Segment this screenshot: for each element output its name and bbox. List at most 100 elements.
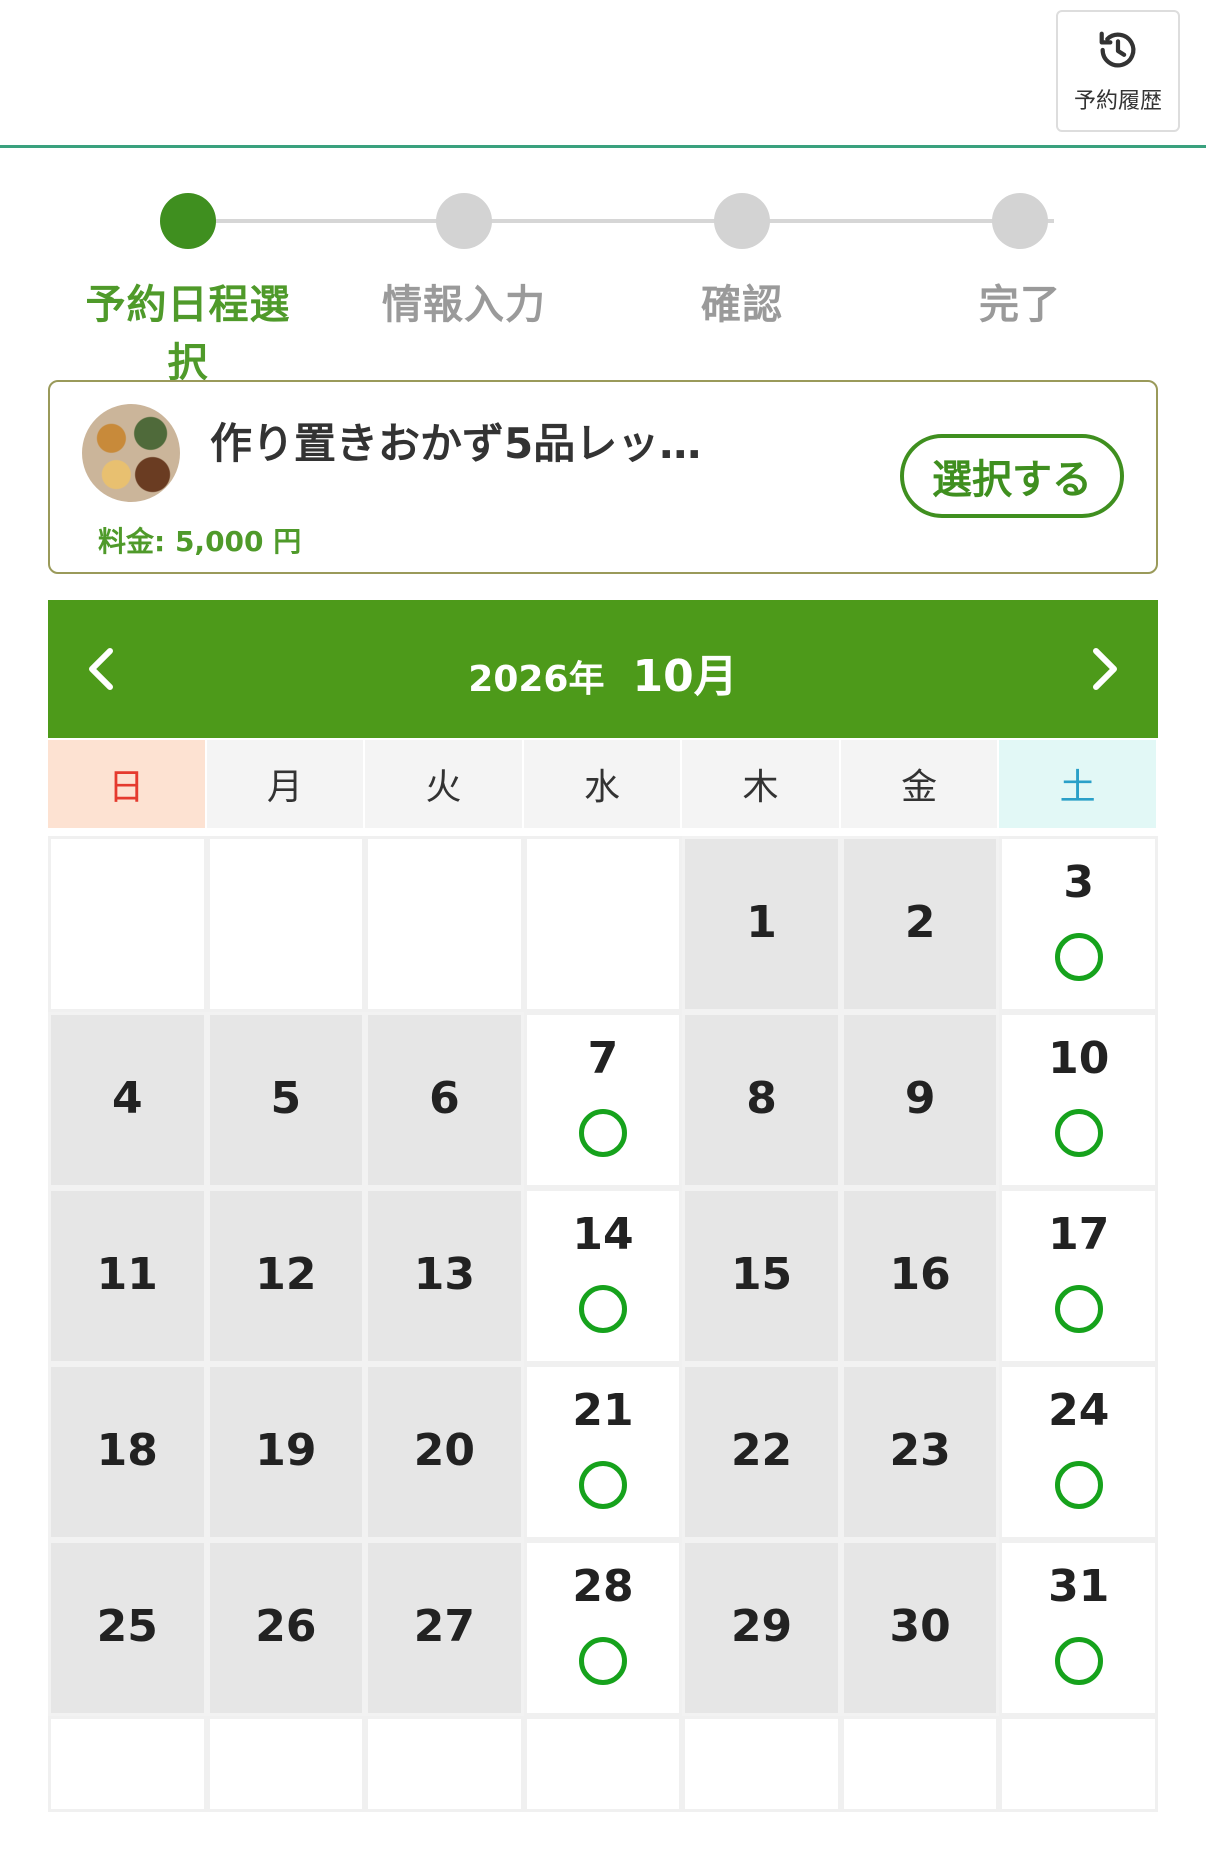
calendar-day-unavailable: 1	[682, 836, 841, 1012]
calendar-day-empty	[840, 1716, 1000, 1812]
step-label-info: 情報入力	[382, 282, 546, 328]
day-number: 27	[413, 1601, 476, 1652]
calendar-month-title: 2026年 10月	[48, 640, 1158, 704]
weekday-tuesday: 火	[365, 740, 524, 828]
calendar-day-empty	[206, 836, 366, 1012]
calendar-day-empty	[48, 836, 207, 1012]
calendar-day-available[interactable]: 3	[999, 836, 1158, 1012]
calendar-day-unavailable: 29	[682, 1540, 841, 1716]
day-number: 6	[429, 1073, 460, 1124]
calendar-day-unavailable: 16	[840, 1188, 1000, 1364]
calendar-day-empty	[365, 1716, 524, 1812]
calendar-day-available[interactable]: 31	[999, 1540, 1158, 1716]
calendar-day-unavailable: 12	[206, 1188, 366, 1364]
plan-price: 料金: 5,000 円	[98, 525, 302, 558]
available-circle-icon	[578, 1637, 627, 1685]
day-number: 19	[255, 1425, 317, 1476]
day-number: 17	[1048, 1209, 1110, 1260]
step-dot-2	[436, 193, 492, 249]
available-circle-icon	[1054, 933, 1103, 981]
day-number: 25	[96, 1601, 158, 1652]
calendar-day-unavailable: 22	[682, 1364, 841, 1540]
calendar-day-unavailable: 4	[48, 1012, 207, 1188]
calendar-year: 2026年	[468, 659, 605, 700]
calendar-day-unavailable: 13	[365, 1188, 524, 1364]
day-number: 13	[413, 1249, 476, 1300]
calendar-day-unavailable: 9	[840, 1012, 1000, 1188]
calendar-day-unavailable: 2	[840, 836, 1000, 1012]
chevron-right-icon[interactable]	[1080, 644, 1130, 694]
available-circle-icon	[1054, 1637, 1103, 1685]
calendar-header: 2026年 10月	[48, 600, 1158, 738]
calendar-day-unavailable: 26	[206, 1540, 366, 1716]
calendar-day-available[interactable]: 10	[999, 1012, 1158, 1188]
calendar-day-empty	[682, 1716, 841, 1812]
calendar-day-available[interactable]: 17	[999, 1188, 1158, 1364]
day-number: 2	[904, 897, 936, 948]
calendar-day-available[interactable]: 21	[523, 1364, 683, 1540]
day-number: 28	[572, 1561, 634, 1612]
day-number: 22	[730, 1425, 793, 1476]
weekday-friday: 金	[840, 740, 1000, 828]
day-number: 9	[904, 1073, 936, 1124]
calendar-day-available[interactable]: 28	[523, 1540, 683, 1716]
calendar-day-unavailable: 30	[840, 1540, 1000, 1716]
calendar-day-unavailable: 27	[365, 1540, 524, 1716]
step-dot-3	[714, 193, 770, 249]
available-circle-icon	[1054, 1109, 1103, 1157]
day-number: 8	[746, 1073, 777, 1124]
weekday-monday: 月	[206, 740, 366, 828]
day-number: 21	[572, 1385, 634, 1436]
calendar-day-unavailable: 25	[48, 1540, 207, 1716]
day-number: 1	[746, 897, 777, 948]
step-dot-4	[992, 193, 1048, 249]
weekday-saturday: 土	[999, 740, 1158, 828]
food-thumbnail	[82, 404, 180, 502]
calendar-day-unavailable: 15	[682, 1188, 841, 1364]
weekday-thursday: 木	[682, 740, 841, 828]
history-icon	[1095, 27, 1141, 77]
day-number: 12	[255, 1249, 317, 1300]
calendar-day-empty	[206, 1716, 366, 1812]
step-dot-1	[160, 193, 216, 249]
step-label-date: 予約日程選択	[85, 282, 291, 386]
calendar-day-unavailable: 19	[206, 1364, 366, 1540]
day-number: 31	[1048, 1561, 1110, 1612]
day-number: 26	[255, 1601, 317, 1652]
day-number: 5	[270, 1073, 302, 1124]
day-number: 18	[96, 1425, 158, 1476]
day-number: 23	[889, 1425, 951, 1476]
history-button[interactable]: 予約履歴	[1056, 10, 1180, 132]
calendar-day-unavailable: 6	[365, 1012, 524, 1188]
day-number: 16	[889, 1249, 951, 1300]
calendar-day-empty	[999, 1716, 1158, 1812]
available-circle-icon	[1054, 1285, 1103, 1333]
calendar-day-unavailable: 11	[48, 1188, 207, 1364]
select-plan-button[interactable]: 選択する	[900, 434, 1124, 518]
step-label-confirm: 確認	[701, 282, 783, 328]
weekday-row: 日 月 火 水 木 金 土	[48, 740, 1158, 828]
available-circle-icon	[578, 1285, 627, 1333]
calendar-day-available[interactable]: 7	[523, 1012, 683, 1188]
history-label: 予約履歴	[1073, 89, 1162, 114]
calendar-day-unavailable: 5	[206, 1012, 366, 1188]
day-number: 24	[1048, 1385, 1110, 1436]
top-bar: 予約履歴	[0, 0, 1206, 148]
day-number: 4	[111, 1073, 143, 1124]
day-number: 14	[572, 1209, 634, 1260]
day-number: 15	[730, 1249, 793, 1300]
calendar-day-available[interactable]: 24	[999, 1364, 1158, 1540]
day-number: 3	[1063, 857, 1095, 908]
calendar-day-unavailable: 20	[365, 1364, 524, 1540]
calendar-day-empty	[523, 836, 683, 1012]
calendar-grid: 1 2 3 4 5 6 7 8 9 10 11 12 13 14 15 16 17 18 19 20 21 22 23 24 2…	[48, 836, 1158, 1876]
calendar-day-unavailable: 23	[840, 1364, 1000, 1540]
stepper-line	[190, 219, 1054, 223]
day-number: 11	[96, 1249, 158, 1300]
plan-card: 作り置きおかず5品レッ… 料金: 5,000 円 選択する	[48, 380, 1158, 574]
calendar-day-unavailable: 18	[48, 1364, 207, 1540]
day-number: 29	[730, 1601, 793, 1652]
available-circle-icon	[1054, 1461, 1103, 1509]
calendar-day-available[interactable]: 14	[523, 1188, 683, 1364]
day-number: 10	[1048, 1033, 1110, 1084]
